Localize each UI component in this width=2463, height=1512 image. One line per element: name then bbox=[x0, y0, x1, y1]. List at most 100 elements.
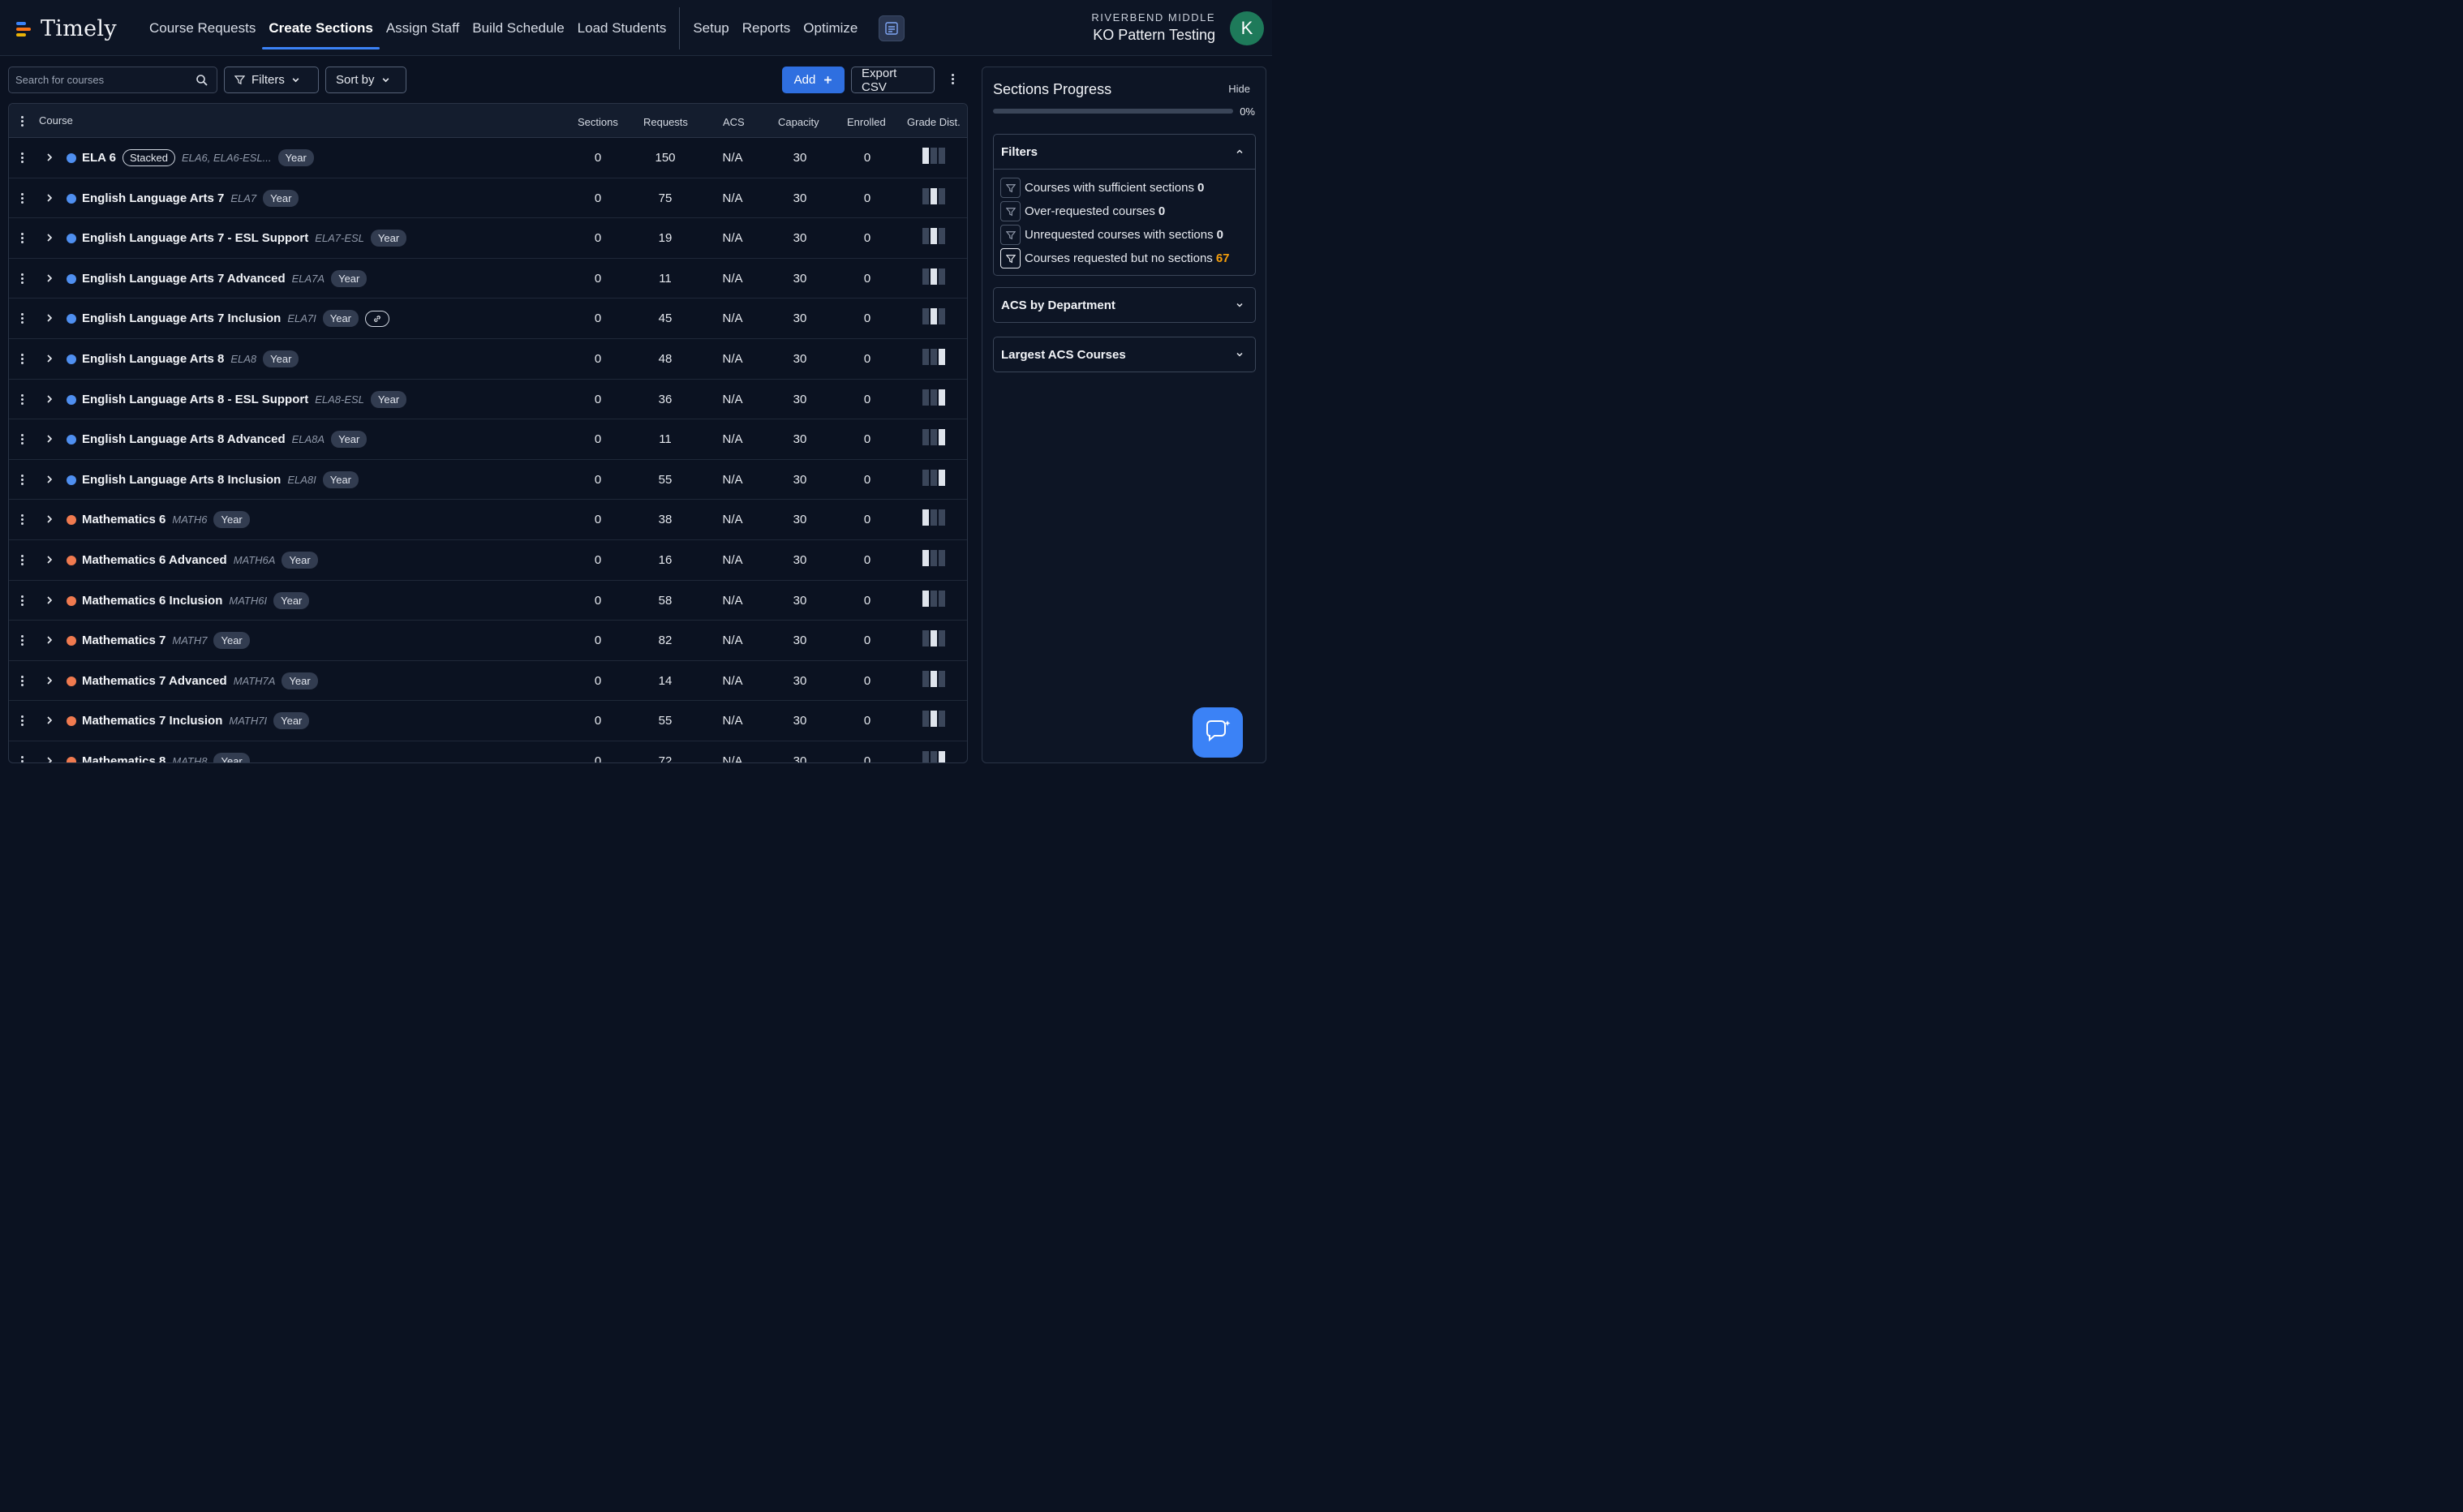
largest-acs-courses-header[interactable]: Largest ACS Courses bbox=[994, 337, 1255, 372]
sort-by-button[interactable]: Sort by bbox=[325, 67, 406, 93]
header-acs[interactable]: ACS bbox=[723, 116, 745, 128]
expand-chevron-icon[interactable] bbox=[45, 273, 54, 284]
course-name[interactable]: English Language Arts 7 bbox=[82, 191, 224, 205]
more-options-icon[interactable] bbox=[952, 74, 954, 84]
header-grade-dist[interactable]: Grade Dist. bbox=[907, 116, 961, 128]
expand-chevron-icon[interactable] bbox=[45, 715, 54, 726]
expand-chevron-icon[interactable] bbox=[45, 755, 54, 763]
row-options-icon[interactable] bbox=[21, 192, 24, 204]
header-capacity[interactable]: Capacity bbox=[778, 116, 819, 128]
table-row[interactable]: ELA 6 Stacked ELA6, ELA6-ESL... Year 0 150… bbox=[9, 138, 967, 178]
user-avatar[interactable]: K bbox=[1230, 11, 1264, 45]
header-enrolled[interactable]: Enrolled bbox=[847, 116, 886, 128]
search-icon[interactable] bbox=[196, 74, 208, 87]
row-options-icon[interactable] bbox=[21, 152, 24, 163]
course-name[interactable]: English Language Arts 7 - ESL Support bbox=[82, 231, 308, 245]
filter-item[interactable]: Unrequested courses with sections 0 bbox=[1000, 223, 1249, 247]
link-badge[interactable] bbox=[365, 310, 390, 327]
add-button[interactable]: Add bbox=[782, 67, 845, 93]
course-name[interactable]: Mathematics 7 bbox=[82, 634, 165, 647]
course-name[interactable]: Mathematics 8 bbox=[82, 754, 165, 762]
table-row[interactable]: Mathematics 7 Inclusion MATH7I Year 0 55 … bbox=[9, 701, 967, 741]
row-options-icon[interactable] bbox=[21, 635, 24, 646]
filter-item[interactable]: Over-requested courses 0 bbox=[1000, 200, 1249, 223]
tab-assign-staff[interactable]: Assign Staff bbox=[380, 0, 466, 56]
course-name[interactable]: Mathematics 6 bbox=[82, 513, 165, 526]
filter-icon[interactable] bbox=[1000, 225, 1021, 245]
row-options-icon[interactable] bbox=[21, 514, 24, 526]
header-requests[interactable]: Requests bbox=[643, 116, 688, 128]
tab-reports[interactable]: Reports bbox=[736, 0, 797, 56]
table-row[interactable]: English Language Arts 7 Inclusion ELA7I Y… bbox=[9, 299, 967, 339]
table-row[interactable]: English Language Arts 7 Advanced ELA7A Ye… bbox=[9, 259, 967, 299]
row-options-icon[interactable] bbox=[21, 554, 24, 565]
table-row[interactable]: English Language Arts 7 - ESL Support EL… bbox=[9, 218, 967, 259]
tab-course-requests[interactable]: Course Requests bbox=[143, 0, 262, 56]
expand-chevron-icon[interactable] bbox=[45, 312, 54, 324]
row-options-icon[interactable] bbox=[21, 595, 24, 606]
row-options-icon[interactable] bbox=[21, 755, 24, 762]
expand-chevron-icon[interactable] bbox=[45, 192, 54, 204]
filter-item[interactable]: Courses requested but no sections 67 bbox=[1000, 247, 1249, 270]
acs-by-department-panel[interactable]: ACS by Department bbox=[993, 287, 1256, 323]
expand-chevron-icon[interactable] bbox=[45, 393, 54, 405]
row-options-icon[interactable] bbox=[21, 434, 24, 445]
header-sections[interactable]: Sections bbox=[578, 116, 618, 128]
course-name[interactable]: Mathematics 7 Inclusion bbox=[82, 714, 222, 728]
row-options-icon[interactable] bbox=[21, 715, 24, 727]
row-options-icon[interactable] bbox=[21, 233, 24, 244]
table-row[interactable]: Mathematics 8 MATH8 Year 0 72 N/A 30 0 bbox=[9, 741, 967, 763]
course-name[interactable]: English Language Arts 7 Inclusion bbox=[82, 311, 281, 325]
timely-logo[interactable]: Timely bbox=[16, 15, 117, 42]
course-name[interactable]: Mathematics 6 Advanced bbox=[82, 553, 227, 567]
export-csv-button[interactable]: Export CSV bbox=[851, 67, 935, 94]
table-row[interactable]: Mathematics 6 MATH6 Year 0 38 N/A 30 0 bbox=[9, 500, 967, 540]
table-row[interactable]: English Language Arts 8 - ESL Support EL… bbox=[9, 380, 967, 420]
filter-icon[interactable] bbox=[1000, 178, 1021, 198]
tab-build-schedule[interactable]: Build Schedule bbox=[466, 0, 570, 56]
row-options-icon[interactable] bbox=[21, 313, 24, 324]
course-name[interactable]: English Language Arts 8 Advanced bbox=[82, 432, 286, 446]
expand-chevron-icon[interactable] bbox=[45, 675, 54, 686]
chat-support-button[interactable] bbox=[1193, 707, 1243, 758]
expand-chevron-icon[interactable] bbox=[45, 353, 54, 364]
table-row[interactable]: English Language Arts 8 Inclusion ELA8I Y… bbox=[9, 460, 967, 500]
largest-acs-courses-panel[interactable]: Largest ACS Courses bbox=[993, 337, 1256, 372]
column-options-icon[interactable] bbox=[21, 116, 24, 127]
hide-panel-button[interactable]: Hide bbox=[1228, 83, 1250, 95]
table-row[interactable]: Mathematics 7 MATH7 Year 0 82 N/A 30 0 bbox=[9, 621, 967, 661]
course-name[interactable]: Mathematics 7 Advanced bbox=[82, 674, 227, 688]
expand-chevron-icon[interactable] bbox=[45, 152, 54, 163]
school-info[interactable]: RIVERBEND MIDDLE KO Pattern Testing bbox=[1091, 11, 1215, 44]
expand-chevron-icon[interactable] bbox=[45, 595, 54, 606]
row-options-icon[interactable] bbox=[21, 675, 24, 686]
expand-chevron-icon[interactable] bbox=[45, 513, 54, 525]
course-name[interactable]: English Language Arts 8 bbox=[82, 352, 224, 366]
filters-button[interactable]: Filters bbox=[224, 67, 319, 93]
header-course[interactable]: Course bbox=[39, 114, 73, 127]
row-options-icon[interactable] bbox=[21, 273, 24, 284]
row-options-icon[interactable] bbox=[21, 353, 24, 364]
course-name[interactable]: English Language Arts 8 Inclusion bbox=[82, 473, 281, 487]
filters-panel-header[interactable]: Filters bbox=[994, 135, 1255, 169]
filter-icon[interactable] bbox=[1000, 248, 1021, 268]
filter-icon[interactable] bbox=[1000, 201, 1021, 221]
search-input[interactable] bbox=[9, 67, 187, 92]
expand-chevron-icon[interactable] bbox=[45, 433, 54, 445]
table-row[interactable]: English Language Arts 8 ELA8 Year 0 48 N/… bbox=[9, 339, 967, 380]
table-row[interactable]: Mathematics 6 Advanced MATH6A Year 0 16 N… bbox=[9, 540, 967, 581]
tab-setup[interactable]: Setup bbox=[686, 0, 735, 56]
expand-chevron-icon[interactable] bbox=[45, 554, 54, 565]
expand-chevron-icon[interactable] bbox=[45, 634, 54, 646]
table-row[interactable]: English Language Arts 8 Advanced ELA8A Ye… bbox=[9, 419, 967, 460]
checklist-button[interactable] bbox=[879, 15, 905, 41]
tab-optimize[interactable]: Optimize bbox=[797, 0, 864, 56]
course-name[interactable]: Mathematics 6 Inclusion bbox=[82, 594, 222, 608]
acs-by-department-header[interactable]: ACS by Department bbox=[994, 288, 1255, 322]
row-options-icon[interactable] bbox=[21, 393, 24, 405]
course-name[interactable]: English Language Arts 7 Advanced bbox=[82, 272, 286, 286]
course-name[interactable]: ELA 6 bbox=[82, 151, 116, 165]
tab-create-sections[interactable]: Create Sections bbox=[262, 0, 380, 56]
row-options-icon[interactable] bbox=[21, 474, 24, 485]
filter-item[interactable]: Courses with sufficient sections 0 bbox=[1000, 176, 1249, 200]
